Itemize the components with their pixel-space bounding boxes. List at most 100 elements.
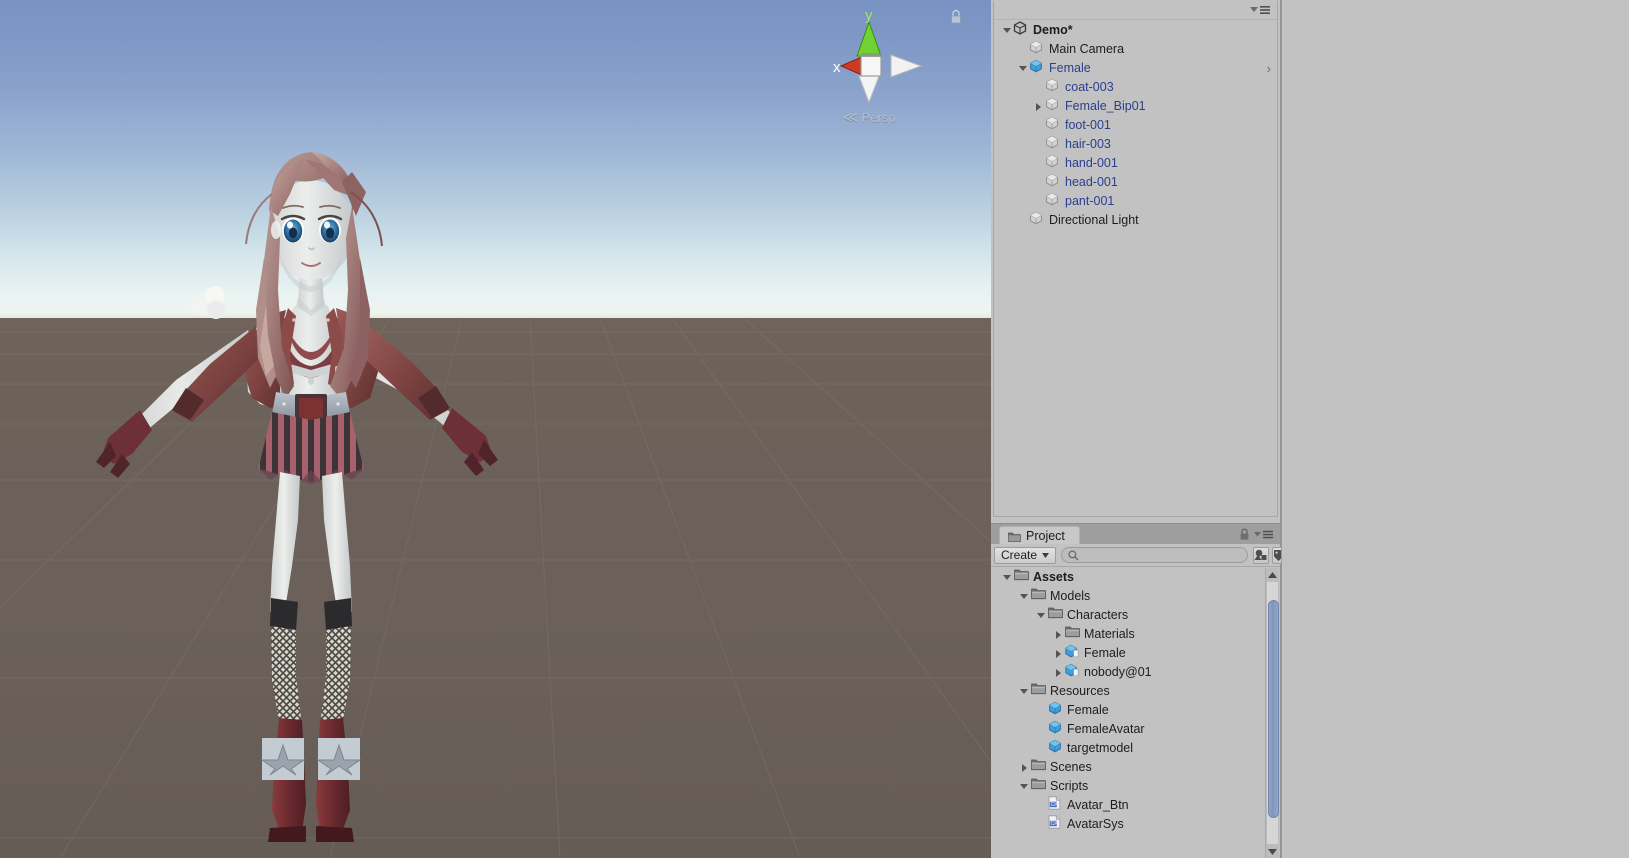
project-twisty[interactable] — [1017, 587, 1031, 606]
create-button[interactable]: Create — [994, 546, 1057, 564]
tab-project[interactable]: Project — [999, 526, 1080, 545]
project-item-characters[interactable]: Characters — [992, 606, 1265, 625]
hierarchy-item-female[interactable]: Female › — [994, 59, 1277, 78]
hierarchy-item-coat-003[interactable]: coat-003 — [994, 78, 1277, 97]
project-item-icon — [1065, 644, 1084, 664]
lock-icon[interactable] — [1239, 528, 1250, 540]
project-item-icon — [1065, 663, 1084, 683]
folder-icon — [1065, 626, 1080, 638]
character-model[interactable] — [80, 120, 510, 842]
project-twisty[interactable] — [1017, 758, 1031, 777]
prefab-icon — [1049, 701, 1061, 714]
filter-by-type-icon — [1254, 549, 1267, 560]
panel-menu-icon[interactable] — [1249, 4, 1271, 16]
project-item-scenes[interactable]: Scenes — [992, 758, 1265, 777]
hierarchy-item-foot-001[interactable]: foot-001 — [994, 116, 1277, 135]
hierarchy-item-directional-light[interactable]: Directional Light — [994, 211, 1277, 230]
project-item-label: Materials — [1084, 627, 1135, 641]
twisty-expanded-icon[interactable] — [1018, 66, 1027, 72]
project-item-label: Characters — [1067, 608, 1129, 622]
project-item-label: AvatarSys — [1067, 817, 1124, 831]
search-input-wrapper[interactable] — [1061, 547, 1249, 563]
hierarchy-item-hand-001[interactable]: hand-001 — [994, 154, 1277, 173]
chevron-down-icon — [1042, 552, 1050, 558]
filter-by-type-button[interactable] — [1253, 546, 1270, 564]
twisty-collapsed-icon[interactable] — [1021, 763, 1027, 772]
project-twisty[interactable] — [1051, 644, 1065, 663]
hierarchy-twisty[interactable] — [1016, 59, 1029, 78]
project-twisty[interactable] — [1017, 777, 1031, 796]
project-item-scripts[interactable]: Scripts — [992, 777, 1265, 796]
project-tree[interactable]: Assets Models Characters Materials Female nob… — [992, 568, 1265, 858]
hierarchy-item-icon — [1045, 154, 1064, 174]
project-item-label: Scenes — [1050, 760, 1092, 774]
scene-view[interactable]: x y ≪ Persp — [0, 0, 991, 858]
hierarchy-item-pant-001[interactable]: pant-001 — [994, 192, 1277, 211]
lock-icon[interactable] — [949, 9, 963, 24]
project-item-targetmodel[interactable]: targetmodel — [992, 739, 1265, 758]
gizmo-center-cube — [860, 55, 882, 77]
gizmo-projection-mode[interactable]: ≪ Persp — [809, 108, 929, 126]
project-item-assets[interactable]: Assets — [992, 568, 1265, 587]
twisty-expanded-icon[interactable] — [1037, 613, 1045, 619]
hierarchy-item-icon — [1045, 78, 1064, 98]
hierarchy-item-female-bip01[interactable]: Female_Bip01 — [994, 97, 1277, 116]
project-item-avatarsys[interactable]: C# AvatarSys — [992, 814, 1265, 834]
project-item-icon — [1048, 606, 1067, 625]
project-twisty[interactable] — [1000, 568, 1014, 587]
project-item-icon — [1031, 682, 1050, 701]
hierarchy-panel: Demo* Main Camera Female › coat-003 Female_Bi… — [991, 0, 1281, 523]
project-item-label: Female — [1084, 646, 1126, 660]
model-icon — [1065, 663, 1079, 676]
project-item-female[interactable]: Female — [992, 644, 1265, 663]
project-twisty[interactable] — [1051, 663, 1065, 682]
hierarchy-item-expand-arrow[interactable]: › — [1267, 59, 1271, 78]
project-item-resources[interactable]: Resources — [992, 682, 1265, 701]
inspector-panel[interactable] — [1281, 0, 1629, 858]
hierarchy-item-label: hand-001 — [1065, 156, 1118, 170]
twisty-collapsed-icon[interactable] — [1036, 102, 1041, 111]
project-twisty[interactable] — [1017, 682, 1031, 701]
hierarchy-item-hair-003[interactable]: hair-003 — [994, 135, 1277, 154]
hierarchy-item-icon — [1029, 40, 1048, 60]
project-item-label: FemaleAvatar — [1067, 722, 1145, 736]
twisty-expanded-icon[interactable] — [1020, 689, 1028, 695]
tab-project-label: Project — [1026, 528, 1065, 543]
project-twisty[interactable] — [1034, 606, 1048, 625]
folder-icon — [1048, 607, 1063, 619]
csharp-icon: C# — [1048, 795, 1061, 810]
scrollbar-up-button[interactable] — [1266, 568, 1279, 581]
scrollbar-thumb[interactable] — [1268, 600, 1279, 818]
project-item-nobody-01[interactable]: nobody@01 — [992, 663, 1265, 682]
twisty-expanded-icon[interactable] — [1020, 594, 1028, 600]
hierarchy-twisty[interactable] — [1032, 97, 1045, 116]
project-item-materials[interactable]: Materials — [992, 625, 1265, 644]
twisty-collapsed-icon[interactable] — [1055, 630, 1061, 639]
gameobject-icon — [1046, 192, 1058, 205]
search-input[interactable] — [1083, 548, 1242, 562]
hierarchy-item-icon — [1045, 97, 1064, 117]
twisty-collapsed-icon[interactable] — [1055, 668, 1061, 677]
twisty-expanded-icon[interactable] — [1003, 575, 1011, 581]
project-scrollbar[interactable] — [1265, 568, 1279, 858]
hierarchy-twisty[interactable] — [1000, 21, 1013, 40]
project-item-femaleavatar[interactable]: FemaleAvatar — [992, 720, 1265, 739]
twisty-expanded-icon[interactable] — [1002, 28, 1011, 34]
hierarchy-tree[interactable]: Demo* Main Camera Female › coat-003 Female_Bi… — [994, 20, 1277, 230]
project-twisty[interactable] — [1051, 625, 1065, 644]
project-item-female[interactable]: Female — [992, 701, 1265, 720]
hierarchy-body[interactable]: Demo* Main Camera Female › coat-003 Female_Bi… — [993, 1, 1278, 517]
hierarchy-item-head-001[interactable]: head-001 — [994, 173, 1277, 192]
hierarchy-item-demo[interactable]: Demo* — [994, 20, 1277, 40]
panel-menu-icon[interactable] — [1254, 529, 1274, 540]
hierarchy-item-label: pant-001 — [1065, 194, 1115, 208]
hierarchy-item-main-camera[interactable]: Main Camera — [994, 40, 1277, 59]
project-item-avatar-btn[interactable]: C# Avatar_Btn — [992, 795, 1265, 815]
twisty-expanded-icon[interactable] — [1020, 784, 1028, 790]
scrollbar-down-button[interactable] — [1266, 845, 1279, 858]
project-item-models[interactable]: Models — [992, 587, 1265, 606]
scrollbar-track[interactable] — [1267, 582, 1279, 844]
twisty-collapsed-icon[interactable] — [1055, 649, 1061, 658]
gameobject-icon — [1046, 78, 1058, 91]
hand-prop — [191, 286, 225, 319]
